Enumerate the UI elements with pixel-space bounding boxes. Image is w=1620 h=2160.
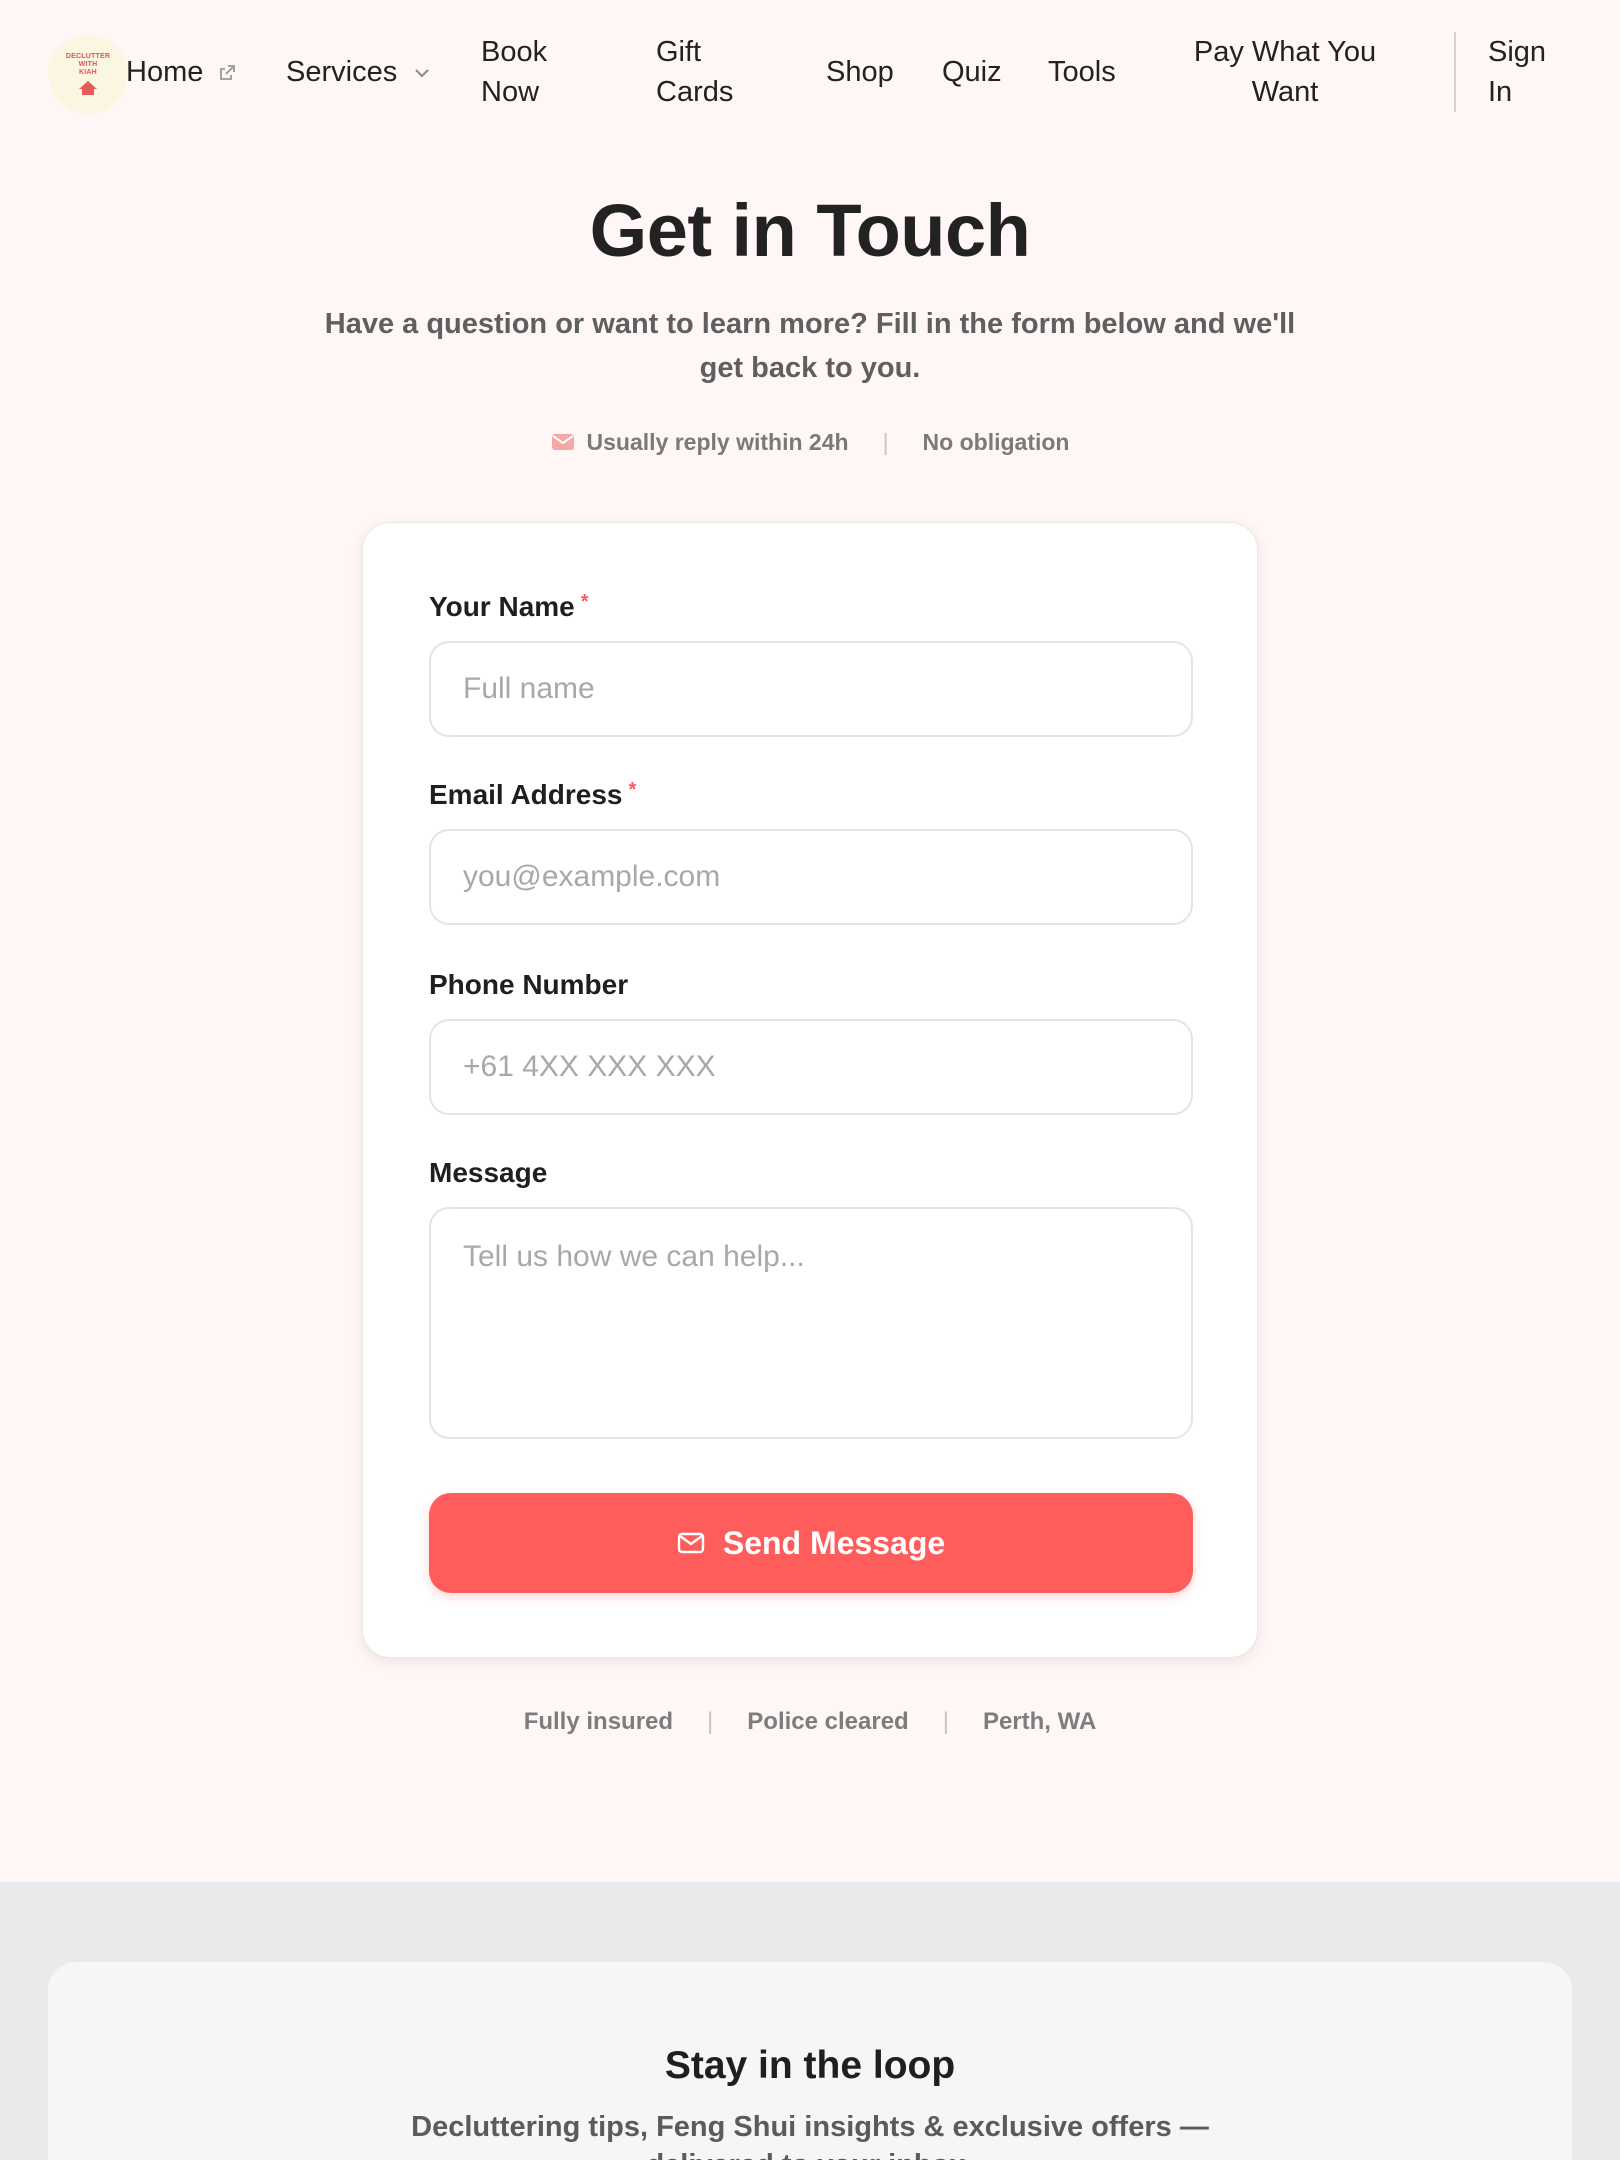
name-input[interactable] xyxy=(429,641,1193,737)
nav-services[interactable]: Services xyxy=(286,52,433,92)
newsletter-card: Stay in the loop Decluttering tips, Feng… xyxy=(48,1962,1572,2160)
trust-insured: Fully insured xyxy=(523,1708,674,1735)
name-label-text: Your Name xyxy=(429,591,575,622)
nav-shop-label: Shop xyxy=(826,56,894,88)
nav-quiz[interactable]: Quiz xyxy=(942,52,1002,92)
page-title: Get in Touch xyxy=(589,189,1031,272)
required-mark: * xyxy=(628,779,637,801)
nav-services-label: Services xyxy=(286,56,398,88)
site-logo[interactable]: DECLUTTER WITH KIAH xyxy=(48,34,128,114)
name-label: Your Name * xyxy=(429,591,589,623)
nav-gift-cards-label: Gift Cards xyxy=(656,36,734,108)
trust-separator: | xyxy=(707,1708,714,1735)
required-mark: * xyxy=(580,591,589,613)
newsletter-description: Decluttering tips, Feng Shui insights & … xyxy=(411,2111,1209,2160)
envelope-icon xyxy=(551,432,575,452)
nav-tools-label: Tools xyxy=(1048,56,1116,88)
trust-separator: | xyxy=(942,1708,949,1735)
nav-book-now-label: Book Now xyxy=(481,36,548,108)
house-icon xyxy=(79,80,97,95)
message-textarea[interactable] xyxy=(429,1207,1193,1439)
nav-tools[interactable]: Tools xyxy=(1048,52,1116,92)
chevron-down-icon xyxy=(415,69,429,78)
trust-police-cleared: Police cleared xyxy=(747,1708,909,1735)
external-link-icon xyxy=(220,65,236,81)
phone-input[interactable] xyxy=(429,1019,1193,1115)
mail-icon xyxy=(677,1532,705,1554)
nav-sign-in[interactable]: Sign In xyxy=(1488,32,1558,112)
nav-home-label: Home xyxy=(126,56,204,88)
contact-form: Your Name* Email Address* Phone Number M… xyxy=(362,522,1258,1658)
main-nav: DECLUTTER WITH KIAH Home Services Book N… xyxy=(0,0,1620,145)
nav-home[interactable]: Home xyxy=(126,52,237,92)
send-message-button[interactable]: Send Message xyxy=(429,1493,1193,1593)
nav-book-now[interactable]: Book Now xyxy=(481,32,591,112)
email-input[interactable] xyxy=(429,829,1193,925)
no-obligation-badge: No obligation xyxy=(922,428,1070,455)
send-message-label: Send Message xyxy=(722,1524,946,1561)
footer: Stay in the loop Decluttering tips, Feng… xyxy=(0,1882,1620,2160)
badge-separator: | xyxy=(882,428,889,455)
nav-quiz-label: Quiz xyxy=(942,56,1002,88)
newsletter-title: Stay in the loop xyxy=(664,2044,956,2087)
reply-time-badge: Usually reply within 24h xyxy=(586,428,849,455)
email-label-text: Email Address xyxy=(429,779,623,810)
nav-pay-what-you-want[interactable]: Pay What You Want xyxy=(1190,32,1380,112)
reply-badges: Usually reply within 24h | No obligation xyxy=(0,424,1620,460)
page-subtitle: Have a question or want to learn more? F… xyxy=(324,308,1296,384)
nav-gift-cards[interactable]: Gift Cards xyxy=(656,32,756,112)
message-label: Message xyxy=(429,1157,548,1188)
nav-sign-in-label: Sign In xyxy=(1488,36,1547,108)
logo-text: DECLUTTER WITH KIAH xyxy=(65,52,111,76)
trust-location: Perth, WA xyxy=(982,1708,1097,1735)
trust-row: Fully insured | Police cleared | Perth, … xyxy=(0,1704,1620,1740)
email-label: Email Address * xyxy=(429,779,636,811)
nav-shop[interactable]: Shop xyxy=(826,52,894,92)
nav-pay-what-you-want-label: Pay What You Want xyxy=(1193,36,1377,108)
phone-label: Phone Number xyxy=(429,969,629,1000)
nav-divider xyxy=(1454,32,1456,112)
